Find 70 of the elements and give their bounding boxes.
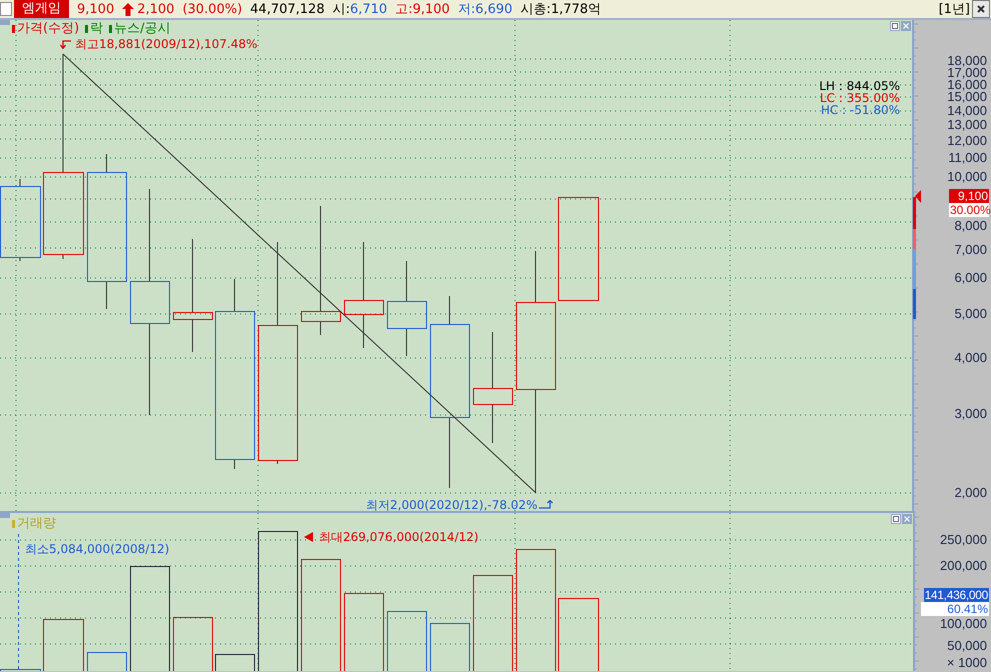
change-percent: (30.00%) (182, 2, 242, 16)
volume-bar (215, 654, 255, 671)
restore-icon[interactable] (890, 21, 900, 31)
stat-value: 9,100 (412, 2, 450, 17)
axis-label: 7,000 (954, 243, 987, 257)
panel-handle[interactable] (0, 20, 10, 25)
stat-value: 6,710 (350, 2, 388, 17)
axis-label: 50,000 (947, 639, 987, 653)
volume-tag: 141,436,000 (924, 588, 989, 602)
ratio-text: LC : 355.00% (820, 92, 900, 104)
axis-label: 100,000 (940, 617, 987, 631)
close-icon[interactable] (902, 514, 912, 524)
axis-label: 250,000 (940, 533, 987, 547)
axis-label: 14,000 (947, 104, 987, 118)
axis-label: 8,000 (954, 219, 987, 233)
current-price: 9,100 (77, 2, 114, 16)
volume-title: 거래량 (17, 517, 56, 531)
axis-label: 3,000 (954, 407, 987, 421)
close-icon (977, 5, 985, 13)
low-note: 최저2,000(2020/12),-78.02% (366, 498, 538, 511)
close-button[interactable] (972, 0, 990, 18)
axis-label: 6,000 (954, 271, 987, 285)
axis-label: 11,000 (948, 151, 987, 165)
legend-label: 가격(수정) (17, 22, 80, 36)
axis-label: 4,000 (954, 351, 987, 365)
volume-bar (87, 652, 127, 671)
price-marker-icon (915, 190, 921, 203)
percent-tag: 60.41% (921, 602, 989, 616)
pointer-icon (304, 532, 313, 542)
min-note: 최소5,084,000(2008/12) (25, 542, 170, 556)
axis-label: 10,000 (947, 170, 987, 184)
axis-label: 200,000 (940, 559, 987, 573)
stat-label: 시: (332, 2, 350, 17)
bent-arrow-icon (60, 39, 72, 49)
axis-label: 2,000 (954, 486, 987, 500)
axis-label: 15,000 (947, 90, 987, 104)
legend-marker (12, 520, 15, 528)
price-change: 2,100 (137, 2, 174, 16)
max-note: 최대269,076,000(2014/12) (319, 530, 479, 544)
price-tag: 9,100 (949, 189, 989, 203)
axis-label: 16,000 (947, 78, 987, 92)
stat-label: 고: (395, 2, 413, 17)
legend-label: 락 (90, 22, 104, 36)
ratio-text: HC : -51.80% (820, 104, 900, 116)
axis-label: 18,000 (947, 54, 987, 68)
volume-bar (43, 619, 84, 671)
period-button[interactable]: [1년] (938, 0, 970, 18)
axis-label: 17,000 (947, 66, 987, 80)
stat-label: 저: (458, 2, 476, 17)
axis-unit: × 1000 (946, 656, 987, 670)
volume-bar (173, 617, 213, 671)
restore-icon[interactable] (891, 514, 901, 524)
stat-label: 시총: (520, 2, 551, 17)
panel-handle[interactable] (0, 513, 10, 518)
checkbox[interactable] (0, 2, 12, 16)
close-icon[interactable] (901, 21, 911, 31)
high-note: 최고18,881(2009/12),107.48% (75, 37, 258, 51)
legend-label: 뉴스/공시 (114, 22, 171, 36)
bent-arrow-icon (539, 500, 554, 510)
volume-bar (430, 623, 470, 671)
stat-value: 1,778억 (550, 2, 602, 17)
axis-label: 5,000 (954, 307, 987, 321)
trade-volume: 44,707,128 (250, 2, 325, 16)
percent-tag: 30.00% (949, 203, 989, 217)
axis-label: 12,000 (947, 134, 987, 148)
axis-label: 13,000 (947, 118, 987, 132)
stock-name: 엠게임 (14, 0, 69, 18)
stat-value: 6,690 (475, 2, 512, 17)
ratio-text: LH : 844.05% (819, 80, 900, 92)
volume-bar (387, 611, 427, 671)
